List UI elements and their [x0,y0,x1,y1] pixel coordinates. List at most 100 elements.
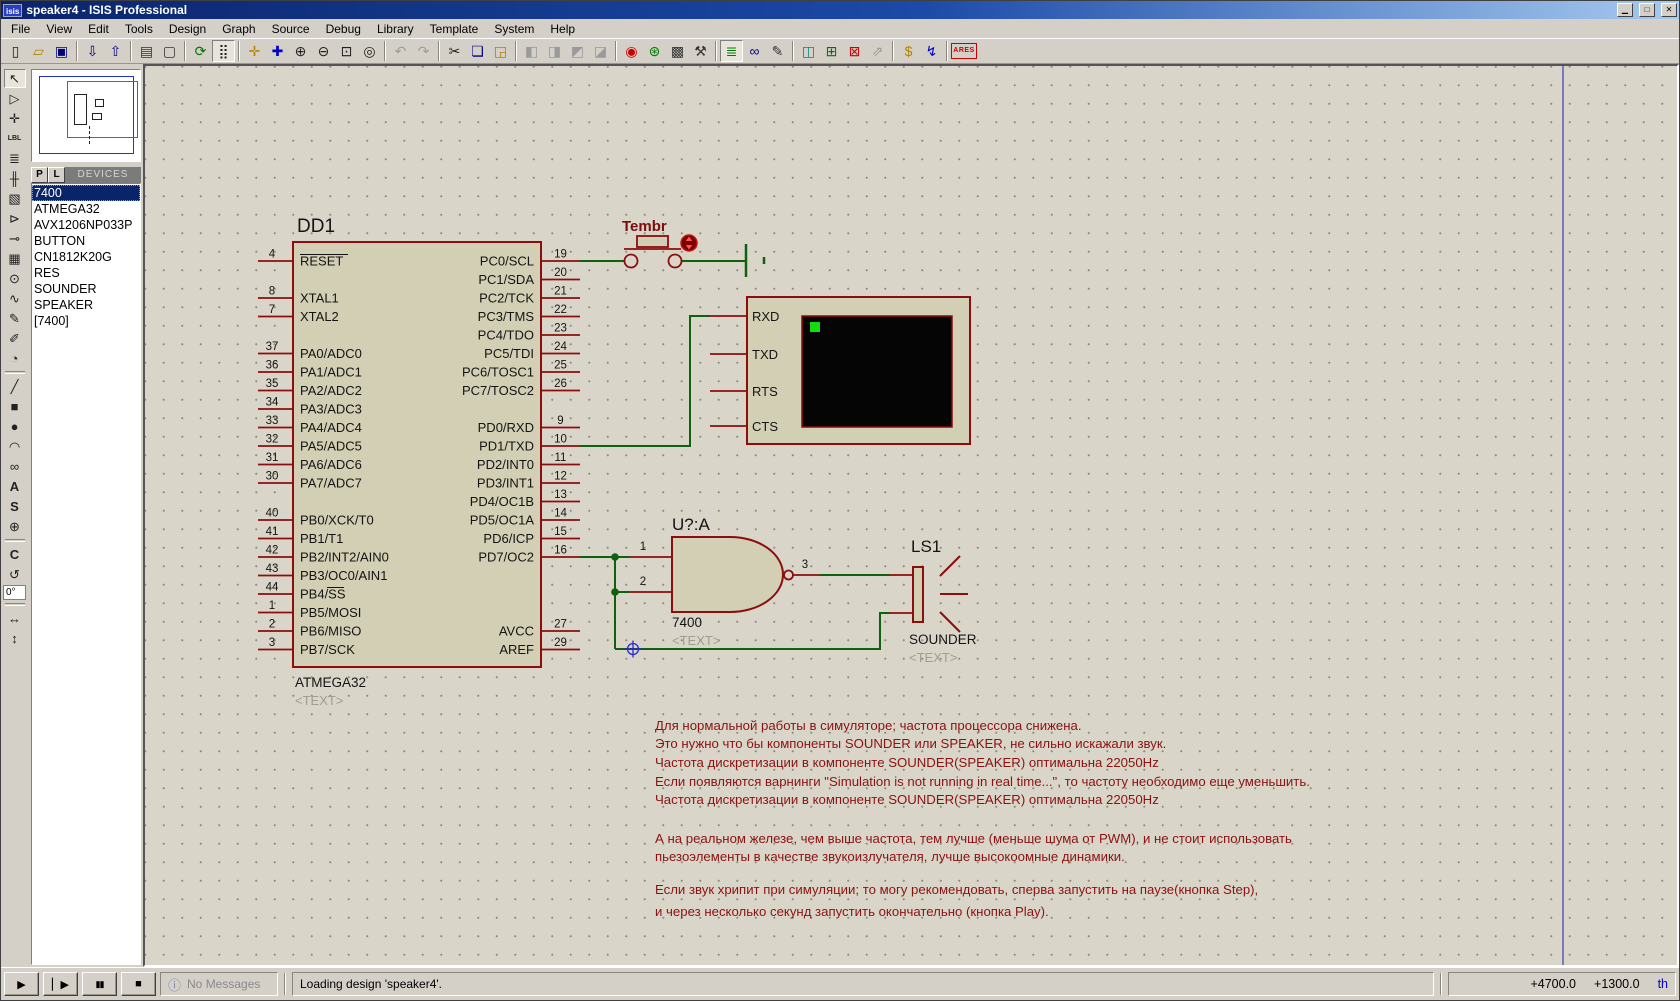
pick-parts-icon[interactable]: ◉ [620,40,643,62]
menu-design[interactable]: Design [161,20,214,38]
design-explorer-icon[interactable]: ◫ [797,40,820,62]
search-tag-icon[interactable]: ∞ [743,40,766,62]
false-origin-icon[interactable]: ✛ [243,40,266,62]
rotation-angle-field[interactable]: 0° [3,585,26,600]
new-document-icon[interactable]: ▯ [4,40,27,62]
text-2d-icon[interactable]: A [4,477,26,496]
redraw-icon[interactable]: ⟳ [189,40,212,62]
device-item-atmega32[interactable]: ATMEGA32 [32,201,140,217]
bus-mode-icon[interactable]: ╫ [4,169,26,188]
voltage-probe-icon[interactable]: ✎ [4,309,26,328]
undo-icon[interactable]: ↶ [389,40,412,62]
bill-of-materials-icon[interactable]: $ [897,40,920,62]
box-2d-icon[interactable]: ■ [4,397,26,416]
generator-mode-icon[interactable]: ∿ [4,289,26,308]
marker-2d-icon[interactable]: ⊕ [4,517,26,536]
sounder-component[interactable]: LS1 SOUNDER <TEXT> [890,537,977,665]
block-rotate-icon[interactable]: ◩ [566,40,589,62]
mirror-vertical-icon[interactable]: ↕ [4,629,26,648]
virtual-instruments-icon[interactable]: ◔ [4,349,26,368]
maximize-button[interactable]: □ [1639,3,1655,17]
new-sheet-icon[interactable]: ⊞ [820,40,843,62]
packaging-tool-icon[interactable]: ▩ [666,40,689,62]
property-assignment-icon[interactable]: ✎ [766,40,789,62]
open-folder-icon[interactable]: ▱ [27,40,50,62]
electrical-rule-check-icon[interactable]: ↯ [920,40,943,62]
line-2d-icon[interactable]: ╱ [4,377,26,396]
virtual-terminal-component[interactable]: RXD TXD RTS CTS [710,297,970,444]
nand-gate-component[interactable]: U?:A 1 2 3 7400 <TEXT> [630,515,820,648]
menu-system[interactable]: System [486,20,542,38]
zoom-area-icon[interactable]: ⊡ [335,40,358,62]
ground-symbol[interactable] [746,244,764,277]
device-item-cn1812[interactable]: CN1812K20G [32,249,140,265]
menu-source[interactable]: Source [264,20,318,38]
zoom-all-icon[interactable]: ◎ [358,40,381,62]
menu-library[interactable]: Library [369,20,422,38]
block-delete-icon[interactable]: ◪ [589,40,612,62]
tape-recorder-icon[interactable]: ⊙ [4,269,26,288]
menu-file[interactable]: File [3,20,38,38]
block-move-icon[interactable]: ◨ [543,40,566,62]
device-item-7400[interactable]: 7400 [32,185,140,201]
junction-dot-icon[interactable]: ✛ [4,109,26,128]
rotate-clockwise-icon[interactable]: C [4,545,26,564]
copy-icon[interactable]: ❏ [466,40,489,62]
print-icon[interactable]: ▤ [135,40,158,62]
component-mode-icon[interactable]: ▷ [4,89,26,108]
wire-autorouter-icon[interactable]: ≣ [720,40,743,62]
device-pin-icon[interactable]: ⊸ [4,229,26,248]
pan-icon[interactable]: ✚ [266,40,289,62]
paste-icon[interactable]: ◲ [489,40,512,62]
cut-icon[interactable]: ✂ [443,40,466,62]
block-copy-icon[interactable]: ◧ [520,40,543,62]
menu-template[interactable]: Template [422,20,487,38]
terminal-mode-icon[interactable]: ⊳ [4,209,26,228]
text-script-icon[interactable]: ≣ [4,149,26,168]
notes-text[interactable]: Для нормальной работы в симуляторе; част… [655,718,1310,919]
button-toggle-icon[interactable] [681,235,697,251]
graph-mode-icon[interactable]: ▦ [4,249,26,268]
circle-2d-icon[interactable]: ● [4,417,26,436]
device-item-sounder[interactable]: SOUNDER [32,281,140,297]
make-device-icon[interactable]: ⊛ [643,40,666,62]
menu-tools[interactable]: Tools [117,20,161,38]
message-indicator[interactable]: ⓘ No Messages [160,972,278,996]
menu-edit[interactable]: Edit [80,20,117,38]
redo-icon[interactable]: ↷ [412,40,435,62]
schematic-overview[interactable] [31,69,141,162]
decompose-icon[interactable]: ⚒ [689,40,712,62]
remove-sheet-icon[interactable]: ⊠ [843,40,866,62]
device-item-res[interactable]: RES [32,265,140,281]
library-manager-button[interactable]: L [48,167,65,183]
stop-button[interactable]: ■ [121,972,156,996]
device-item-avx1206[interactable]: AVX1206NP033P [32,217,140,233]
zoom-out-icon[interactable]: ⊖ [312,40,335,62]
menu-view[interactable]: View [38,20,80,38]
device-item-7400-lib[interactable]: [7400] [32,313,140,329]
schematic-canvas[interactable]: DD1 ATMEGA32 <TEXT> RESET XTAL1 XTAL2 PA… [145,66,1679,965]
play-button[interactable]: ▶ [4,972,39,996]
import-section-icon[interactable]: ⇩ [81,40,104,62]
goto-sheet-icon[interactable]: ⇗ [866,40,889,62]
current-probe-icon[interactable]: ✐ [4,329,26,348]
device-item-speaker[interactable]: SPEAKER [32,297,140,313]
subcircuit-mode-icon[interactable]: ▧ [4,189,26,208]
mirror-horizontal-icon[interactable]: ↔ [4,609,26,628]
path-2d-icon[interactable]: ∞ [4,457,26,476]
arc-2d-icon[interactable]: ◠ [4,437,26,456]
pause-button[interactable]: ▮▮ [82,972,117,996]
wire-label-icon[interactable]: LBL [4,129,26,148]
export-section-icon[interactable]: ⇧ [104,40,127,62]
editing-window[interactable]: DD1 ATMEGA32 <TEXT> RESET XTAL1 XTAL2 PA… [143,64,1679,967]
close-button[interactable]: ✕ [1661,3,1677,17]
menu-graph[interactable]: Graph [214,20,263,38]
device-item-button[interactable]: BUTTON [32,233,140,249]
mark-output-area-icon[interactable]: ▢ [158,40,181,62]
grid-toggle-icon[interactable]: ⣿ [212,40,235,62]
rotate-anticlockwise-icon[interactable]: ↺ [4,565,26,584]
zoom-in-icon[interactable]: ⊕ [289,40,312,62]
symbol-2d-icon[interactable]: S [4,497,26,516]
menu-help[interactable]: Help [542,20,583,38]
minimize-button[interactable]: ▁ [1617,3,1633,17]
